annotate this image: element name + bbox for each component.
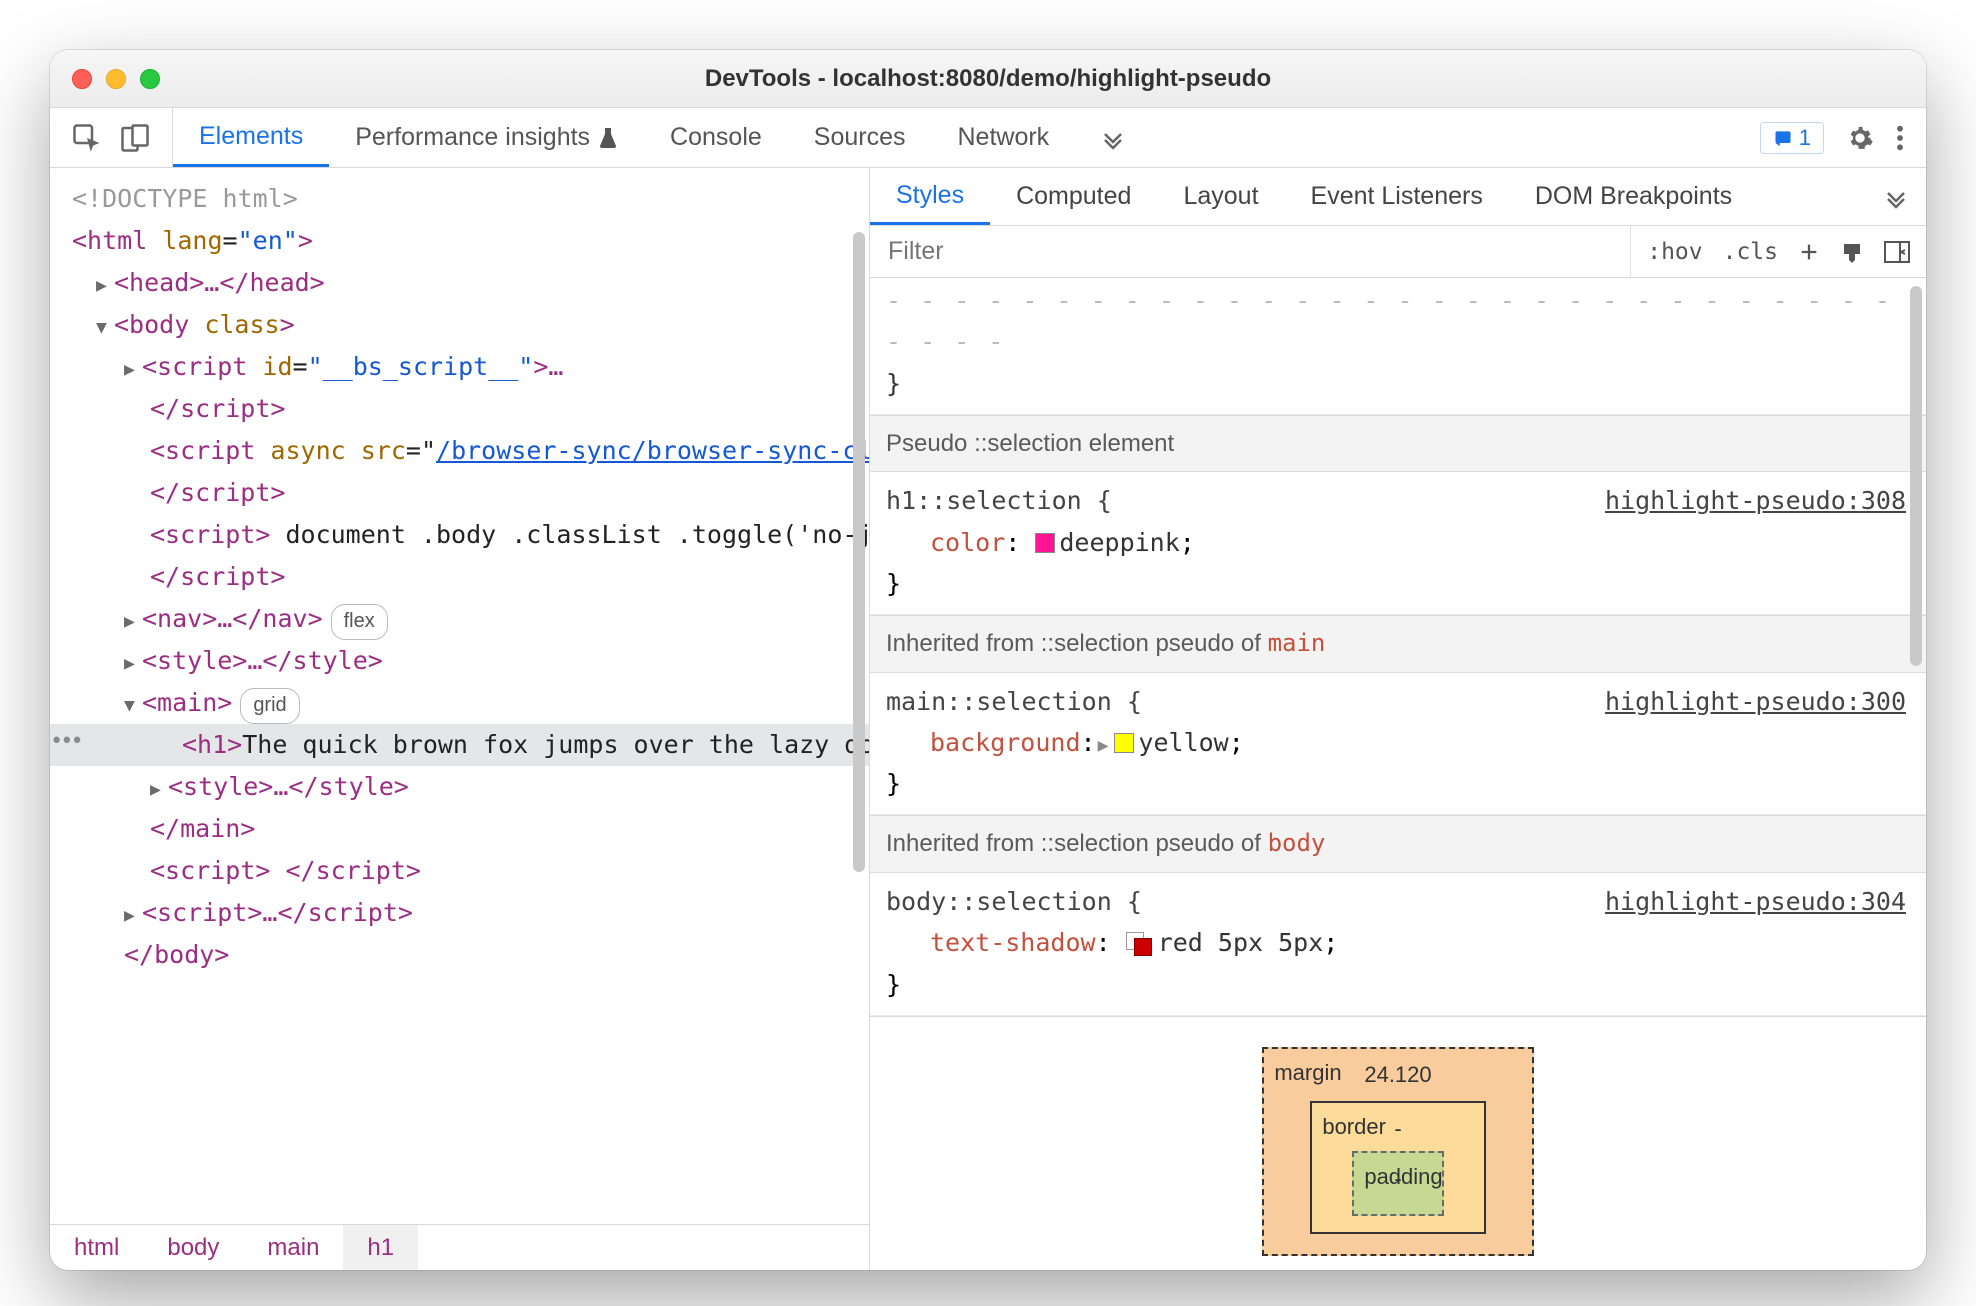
toggle-hov-button[interactable]: :hov bbox=[1647, 239, 1702, 265]
tab-event-listeners[interactable]: Event Listeners bbox=[1285, 168, 1509, 225]
device-toolbar-icon[interactable] bbox=[120, 123, 150, 153]
tab-styles[interactable]: Styles bbox=[870, 168, 990, 225]
rule-source-link[interactable]: highlight-pseudo:304 bbox=[1605, 881, 1906, 922]
toggle-cls-button[interactable]: .cls bbox=[1723, 239, 1778, 265]
window-zoom-button[interactable] bbox=[140, 69, 160, 89]
paint-brush-icon[interactable] bbox=[1840, 240, 1864, 264]
layout-badge-flex[interactable]: flex bbox=[331, 604, 388, 640]
titlebar: DevTools - localhost:8080/demo/highlight… bbox=[50, 50, 1926, 108]
section-pseudo-selection: Pseudo ::selection element bbox=[870, 415, 1926, 473]
styles-scrollbar[interactable] bbox=[1910, 286, 1922, 1256]
dom-tree-scrollbar[interactable] bbox=[853, 182, 865, 1164]
styles-rules-area[interactable]: - - - - - - - - - - - - - - - - - - - - … bbox=[870, 278, 1926, 1270]
doctype-node: <!DOCTYPE html> bbox=[72, 184, 298, 213]
selected-dom-node[interactable]: ••• <h1>The quick brown fox jumps over t… bbox=[50, 724, 869, 766]
window-title: DevTools - localhost:8080/demo/highlight… bbox=[50, 65, 1926, 93]
color-swatch[interactable] bbox=[1035, 533, 1055, 553]
window-minimize-button[interactable] bbox=[106, 69, 126, 89]
breadcrumb: html body main h1 bbox=[50, 1224, 869, 1270]
style-rule[interactable]: highlight-pseudo:304 body::selection { t… bbox=[870, 873, 1926, 1016]
styles-filter-input[interactable] bbox=[870, 226, 1630, 277]
breadcrumb-main[interactable]: main bbox=[243, 1225, 343, 1270]
section-inherited-main: Inherited from ::selection pseudo of mai… bbox=[870, 615, 1926, 673]
elements-panel: <!DOCTYPE html> <html lang="en"> ▶<head>… bbox=[50, 168, 870, 1270]
window-close-button[interactable] bbox=[72, 69, 92, 89]
style-rule[interactable]: highlight-pseudo:300 main::selection { b… bbox=[870, 673, 1926, 816]
rule-source-link[interactable]: highlight-pseudo:300 bbox=[1605, 681, 1906, 722]
breadcrumb-body[interactable]: body bbox=[143, 1225, 243, 1270]
section-inherited-body: Inherited from ::selection pseudo of bod… bbox=[870, 815, 1926, 873]
tabs-overflow-button[interactable] bbox=[1075, 108, 1151, 167]
tab-sources[interactable]: Sources bbox=[788, 108, 932, 167]
node-actions-icon[interactable]: ••• bbox=[50, 724, 72, 761]
settings-gear-icon[interactable] bbox=[1846, 124, 1874, 152]
issues-badge[interactable]: 1 bbox=[1760, 122, 1824, 154]
inspect-element-icon[interactable] bbox=[72, 123, 102, 153]
tab-dom-breakpoints[interactable]: DOM Breakpoints bbox=[1509, 168, 1758, 225]
color-swatch[interactable] bbox=[1114, 733, 1134, 753]
styles-sidebar-tabs: Styles Computed Layout Event Listeners D… bbox=[870, 168, 1926, 226]
tab-layout[interactable]: Layout bbox=[1157, 168, 1284, 225]
styles-panel: Styles Computed Layout Event Listeners D… bbox=[870, 168, 1926, 1270]
dom-tree[interactable]: <!DOCTYPE html> <html lang="en"> ▶<head>… bbox=[50, 168, 869, 1224]
tab-computed[interactable]: Computed bbox=[990, 168, 1157, 225]
tab-elements[interactable]: Elements bbox=[173, 108, 329, 167]
computed-sidebar-toggle-icon[interactable] bbox=[1884, 240, 1910, 264]
breadcrumb-h1[interactable]: h1 bbox=[343, 1225, 418, 1270]
layout-badge-grid[interactable]: grid bbox=[240, 688, 299, 724]
tab-network[interactable]: Network bbox=[932, 108, 1076, 167]
styles-tabs-overflow[interactable] bbox=[1884, 168, 1926, 225]
window-controls bbox=[50, 69, 160, 89]
main-tab-bar: Elements Performance insights Console So… bbox=[50, 108, 1926, 168]
tab-performance-label: Performance insights bbox=[355, 123, 590, 152]
tab-performance-insights[interactable]: Performance insights bbox=[329, 108, 644, 167]
style-rule[interactable]: highlight-pseudo:308 h1::selection { col… bbox=[870, 472, 1926, 615]
flask-icon bbox=[598, 126, 618, 150]
styles-filter-bar: :hov .cls bbox=[870, 226, 1926, 278]
issues-count: 1 bbox=[1799, 125, 1811, 151]
shadow-swatch-icon[interactable] bbox=[1126, 932, 1152, 954]
new-style-rule-button[interactable] bbox=[1798, 241, 1820, 263]
kebab-menu-icon[interactable] bbox=[1896, 124, 1904, 152]
tab-console[interactable]: Console bbox=[644, 108, 788, 167]
rule-source-link[interactable]: highlight-pseudo:308 bbox=[1605, 480, 1906, 521]
devtools-window: DevTools - localhost:8080/demo/highlight… bbox=[50, 50, 1926, 1270]
box-model-diagram[interactable]: margin 24.120 border - padding - bbox=[870, 1016, 1926, 1256]
breadcrumb-html[interactable]: html bbox=[50, 1225, 143, 1270]
